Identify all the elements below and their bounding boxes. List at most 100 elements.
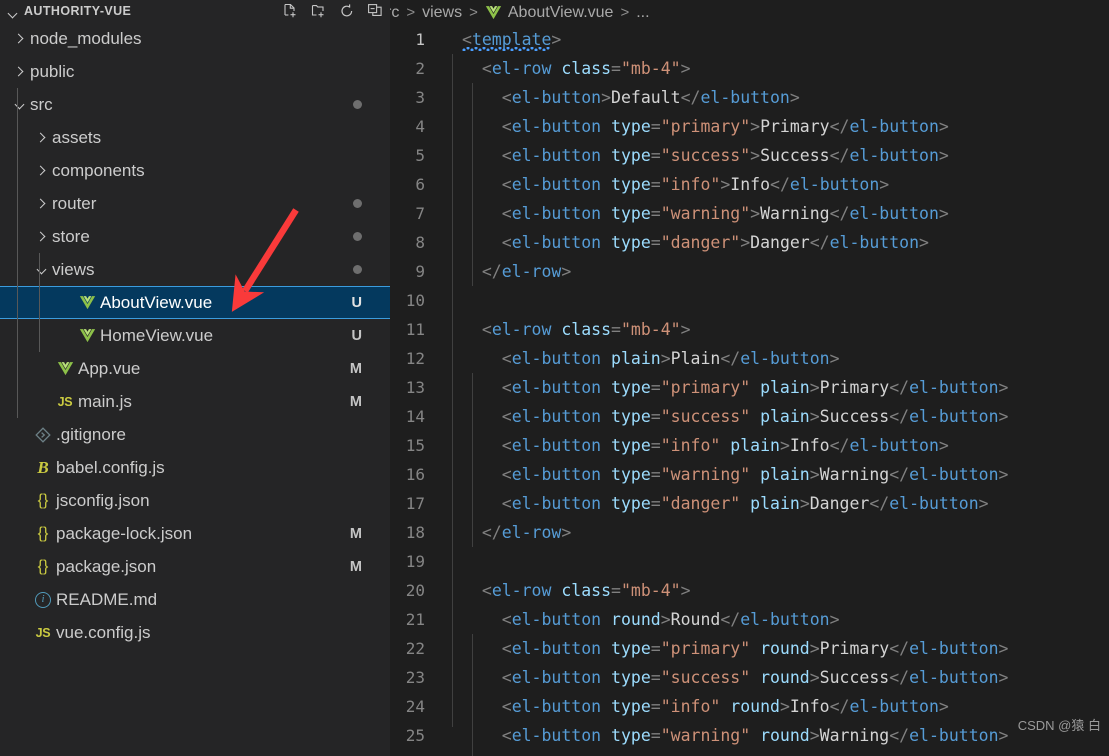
code-token: Success	[760, 146, 830, 165]
tree-item-store[interactable]: store	[0, 220, 390, 253]
code-line[interactable]: 25 <el-button type="warning" round>Warni…	[390, 721, 1109, 750]
code-token: =	[611, 320, 621, 339]
code-line[interactable]: 19	[390, 547, 1109, 576]
code-token: type	[611, 726, 651, 745]
file-tree[interactable]: node_modules public src assets components rou…	[0, 22, 390, 649]
code-token: Default	[611, 88, 681, 107]
code-line[interactable]: 12 <el-button plain>Plain</el-button>	[390, 344, 1109, 373]
chevron-right-icon[interactable]	[30, 166, 52, 175]
code-line[interactable]: 6 <el-button type="info">Info</el-button…	[390, 170, 1109, 199]
code-line[interactable]: 17 <el-button type="danger" plain>Danger…	[390, 489, 1109, 518]
tree-item-readme-md[interactable]: i README.md	[0, 583, 390, 616]
tree-item-main-js[interactable]: JS main.js M	[0, 385, 390, 418]
tree-item-public[interactable]: public	[0, 55, 390, 88]
code-token: >	[601, 88, 612, 107]
chevron-right-icon[interactable]	[8, 34, 30, 43]
breadcrumb-segment[interactable]: views	[422, 4, 462, 22]
code-token: type	[611, 175, 651, 194]
code-line[interactable]: 2 <el-row class="mb-4">	[390, 54, 1109, 83]
code-token: <	[501, 668, 512, 687]
code-token: <	[501, 407, 512, 426]
tree-item--gitignore[interactable]: .gitignore	[0, 418, 390, 451]
tree-item-node-modules[interactable]: node_modules	[0, 22, 390, 55]
breadcrumb-segment[interactable]: ...	[636, 4, 649, 22]
code-token: el-button	[829, 233, 920, 252]
code-line[interactable]: 7 <el-button type="warning">Warning</el-…	[390, 199, 1109, 228]
code-line[interactable]: 16 <el-button type="warning" plain>Warni…	[390, 460, 1109, 489]
chevron-right-icon[interactable]	[8, 67, 30, 76]
chevron-right-icon[interactable]	[30, 133, 52, 142]
code-line[interactable]: 3 <el-button>Default</el-button>	[390, 83, 1109, 112]
chevron-down-icon[interactable]	[8, 3, 24, 19]
tree-item-package-lock-json[interactable]: {} package-lock.json M	[0, 517, 390, 550]
tree-item-router[interactable]: router	[0, 187, 390, 220]
code-line[interactable]: 26 <el-button type="danger" round>Danger…	[390, 750, 1109, 756]
tree-item-assets[interactable]: assets	[0, 121, 390, 154]
code-line-text: <el-button type="info" plain>Info</el-bu…	[439, 431, 1109, 460]
code-line[interactable]: 20 <el-row class="mb-4">	[390, 576, 1109, 605]
code-line-text: <el-button type="primary">Primary</el-bu…	[439, 112, 1109, 141]
code-line[interactable]: 23 <el-button type="success" round>Succe…	[390, 663, 1109, 692]
breadcrumb-segment[interactable]: src	[390, 4, 399, 22]
new-file-icon[interactable]	[282, 2, 300, 20]
refresh-icon[interactable]	[338, 2, 356, 20]
code-token: </	[720, 349, 741, 368]
tree-item-jsconfig-json[interactable]: {} jsconfig.json	[0, 484, 390, 517]
code-token: =	[611, 59, 621, 78]
code-line[interactable]: 21 <el-button round>Round</el-button>	[390, 605, 1109, 634]
code-line[interactable]: 9 </el-row>	[390, 257, 1109, 286]
chevron-right-icon[interactable]	[30, 232, 52, 241]
tree-item-components[interactable]: components	[0, 154, 390, 187]
chevron-down-icon[interactable]	[30, 265, 52, 274]
tree-item-babel-config-js[interactable]: Bbabel.config.js	[0, 451, 390, 484]
tree-item-package-json[interactable]: {} package.json M	[0, 550, 390, 583]
line-number: 19	[405, 552, 425, 571]
tree-item-views[interactable]: views	[0, 253, 390, 286]
collapse-all-icon[interactable]	[366, 2, 384, 20]
code-line[interactable]: 13 <el-button type="primary" plain>Prima…	[390, 373, 1109, 402]
breadcrumb-segment[interactable]: AboutView.vue	[508, 4, 614, 22]
new-folder-icon[interactable]	[310, 2, 328, 20]
code-editor[interactable]: 1 <template> 2 <el-row class="mb-4"> 3 <el-…	[390, 25, 1109, 756]
code-line[interactable]: 8 <el-button type="danger">Danger</el-bu…	[390, 228, 1109, 257]
code-token: >	[998, 465, 1009, 484]
code-line[interactable]: 18 </el-row>	[390, 518, 1109, 547]
tree-item-src[interactable]: src	[0, 88, 390, 121]
line-number: 12	[405, 349, 425, 368]
git-status-badge: M	[349, 393, 362, 410]
code-token: type	[611, 465, 651, 484]
breadcrumb[interactable]: src > views > AboutView.vue >...	[390, 0, 1109, 25]
code-token: Primary	[760, 117, 830, 136]
code-token: <	[481, 581, 492, 600]
code-token: el-button	[909, 639, 999, 658]
code-line[interactable]: 11 <el-row class="mb-4">	[390, 315, 1109, 344]
tree-item-label: src	[30, 94, 53, 114]
code-line[interactable]: 1 <template>	[390, 25, 1109, 54]
tree-item-homeview-vue[interactable]: HomeView.vue U	[0, 319, 390, 352]
code-token: <	[501, 349, 512, 368]
markdown-file-icon: i	[35, 591, 51, 608]
code-token: el-button	[511, 175, 602, 194]
code-line[interactable]: 15 <el-button type="info" plain>Info</el…	[390, 431, 1109, 460]
code-line[interactable]: 5 <el-button type="success">Success</el-…	[390, 141, 1109, 170]
vue-file-icon	[52, 361, 78, 376]
chevron-right-icon[interactable]	[30, 199, 52, 208]
chevron-down-icon[interactable]	[8, 100, 30, 109]
code-line[interactable]: 22 <el-button type="primary" round>Prima…	[390, 634, 1109, 663]
code-line[interactable]: 24 <el-button type="info" round>Info</el…	[390, 692, 1109, 721]
code-line[interactable]: 14 <el-button type="success" plain>Succe…	[390, 402, 1109, 431]
tree-item-label: assets	[52, 127, 102, 147]
code-token: </	[889, 407, 910, 426]
line-number: 25	[405, 726, 425, 745]
tree-item-app-vue[interactable]: App.vue M	[0, 352, 390, 385]
tree-item-vue-config-js[interactable]: JS vue.config.js	[0, 616, 390, 649]
code-line[interactable]: 10	[390, 286, 1109, 315]
code-token: >	[998, 639, 1009, 658]
explorer-root-header[interactable]: AUTHORITY-VUE	[0, 0, 390, 22]
tree-item-aboutview-vue[interactable]: AboutView.vue U	[0, 286, 390, 319]
code-line[interactable]: 4 <el-button type="primary">Primary</el-…	[390, 112, 1109, 141]
